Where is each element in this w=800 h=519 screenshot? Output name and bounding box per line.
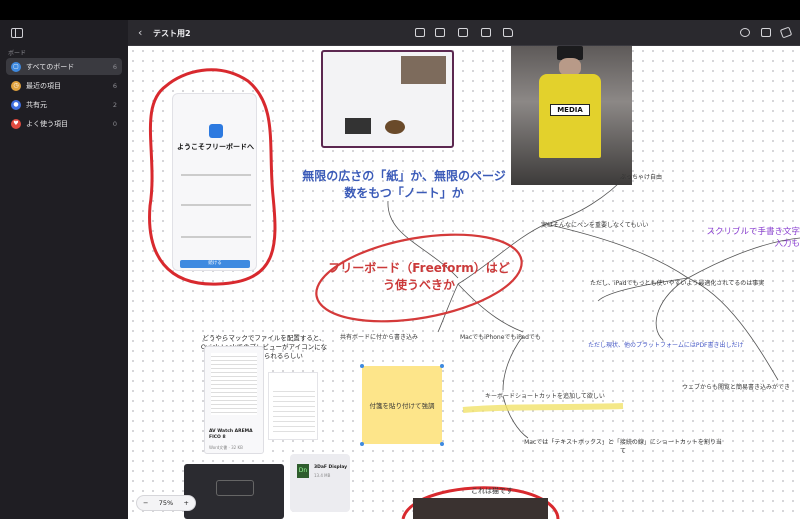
clock-icon: ◷	[11, 80, 21, 91]
mindmap-node[interactable]: キーボードショートカットを追加して欲しい	[485, 391, 605, 400]
sticky-note[interactable]: 付箋を貼り付けて強調	[362, 366, 442, 444]
note-text[interactable]: ただし現状、他のプラットフォームにはPDF書き出しだけ	[588, 340, 744, 349]
selection-handle[interactable]	[360, 364, 364, 368]
share-icon[interactable]	[761, 28, 771, 37]
media-photo[interactable]: MEDIA	[511, 46, 632, 185]
screenshot-thumb	[385, 120, 405, 134]
placeholder-line	[181, 236, 251, 238]
spreadsheet-preview[interactable]	[268, 372, 318, 440]
device-shape	[216, 480, 254, 496]
sidebar-toggle-icon[interactable]	[11, 28, 23, 38]
folder-icon[interactable]	[503, 28, 513, 37]
sidebar-item-favorites[interactable]: ♥ よく使う項目 0	[6, 115, 122, 132]
mindmap-node[interactable]: 実はそんなにペンを重要しなくてもいい	[541, 220, 648, 229]
file-title: 3DaF Display	[314, 465, 348, 470]
edit-icon[interactable]	[779, 26, 793, 39]
media-icon[interactable]	[481, 28, 491, 37]
heart-icon: ♥	[11, 118, 21, 129]
placeholder-line	[181, 174, 251, 176]
selection-handle[interactable]	[440, 364, 444, 368]
sidebar-header: ボード	[8, 50, 27, 57]
sidebar-item-label: 共有元	[26, 100, 47, 109]
handwriting-text[interactable]: スクリブルで手書き文字入力も	[704, 226, 800, 250]
sidebar-item-count: 6	[112, 62, 117, 71]
document-title: AV Watch AREMA FICO 8	[209, 429, 253, 440]
freeform-app-icon	[209, 124, 223, 138]
toolbar: ‹ テスト用2	[128, 20, 800, 46]
file-meta: 13.4 MB	[314, 473, 331, 478]
welcome-screenshot[interactable]: ようこそフリーボードへ 続ける	[172, 93, 257, 271]
note-icon[interactable]	[415, 28, 425, 37]
sidebar-item-label: よく使う項目	[26, 119, 68, 128]
sidebar-item-all-boards[interactable]: ▢ すべてのボード 6	[6, 58, 122, 75]
board-canvas[interactable]: ようこそフリーボードへ 続ける MEDIA 無限の広さの「紙」か、無限のページ数…	[128, 46, 800, 519]
table-preview	[273, 387, 315, 433]
mindmap-node[interactable]: これは猫です	[471, 486, 513, 496]
document-meta: Word文書 · 32 KB	[209, 445, 243, 450]
welcome-title: ようこそフリーボードへ	[177, 143, 254, 151]
mindmap-node[interactable]: MacでもiPhoneでもiPadでも	[460, 332, 541, 341]
document-preview	[211, 353, 257, 415]
mindmap-node[interactable]: Macでは「テキストボックス」と「接続の線」にショートカットを割り当て	[523, 438, 723, 456]
media-label: MEDIA	[550, 104, 590, 116]
selection-handle[interactable]	[360, 442, 364, 446]
back-chevron-icon[interactable]: ‹	[138, 26, 142, 39]
mindmap-node[interactable]: ぶっちゃけ自由	[620, 172, 662, 181]
screenshot-photo	[401, 56, 446, 84]
mindmap-node[interactable]: ただし、iPadでもっとも使いやすいよう最適化されてるのは事実	[590, 278, 764, 287]
sidebar-item-count: 6	[112, 81, 117, 90]
mindmap-node[interactable]: ウェブからも閲覧と簡易書き込みができ	[682, 382, 790, 391]
sidebar-item-count: 2	[112, 100, 117, 109]
selection-handle[interactable]	[440, 442, 444, 446]
zoom-level[interactable]: 75%	[159, 499, 173, 507]
document-file[interactable]: AV Watch AREMA FICO 8 Word文書 · 32 KB	[204, 346, 264, 454]
3d-file[interactable]: Dn 3DaF Display 13.4 MB	[290, 454, 350, 512]
sidebar: ボード ▢ すべてのボード 6 ◷ 最近の項目 6 ● 共有元 2 ♥ よく使う…	[0, 20, 128, 519]
file-icon: Dn	[297, 464, 309, 478]
boards-icon: ▢	[11, 61, 21, 72]
sidebar-item-label: 最近の項目	[26, 81, 61, 90]
heading-blue[interactable]: 無限の広さの「紙」か、無限のページ数をもつ「ノート」か	[299, 168, 509, 202]
collaborate-icon[interactable]	[740, 28, 750, 37]
mindmap-node[interactable]: 共有ボードに付から書き込み	[340, 332, 418, 341]
board-title: テスト用2	[153, 29, 191, 38]
zoom-out-button[interactable]: −	[143, 499, 148, 507]
sidebar-item-count: 0	[112, 119, 117, 128]
sticky-text: 付箋を貼り付けて強調	[369, 402, 435, 410]
sidebar-item-shared[interactable]: ● 共有元 2	[6, 96, 122, 113]
status-bar	[0, 0, 800, 20]
placeholder-line	[181, 204, 251, 206]
shapes-icon[interactable]	[435, 28, 445, 37]
people-icon: ●	[11, 99, 21, 110]
text-box-icon[interactable]	[458, 28, 468, 37]
continue-button: 続ける	[180, 260, 250, 268]
dark-media-card[interactable]	[184, 464, 284, 519]
cat-photo[interactable]	[413, 498, 548, 519]
screenshot-thumb	[345, 118, 371, 134]
zoom-control: − 75% +	[136, 495, 196, 511]
app-screenshot[interactable]	[321, 50, 454, 148]
vest-shape	[539, 74, 601, 158]
zoom-in-button[interactable]: +	[184, 499, 189, 507]
sidebar-item-recent[interactable]: ◷ 最近の項目 6	[6, 77, 122, 94]
heading-red[interactable]: フリーボード（Freeform）はどう使うべきか	[324, 260, 514, 294]
sidebar-item-label: すべてのボード	[26, 62, 75, 71]
